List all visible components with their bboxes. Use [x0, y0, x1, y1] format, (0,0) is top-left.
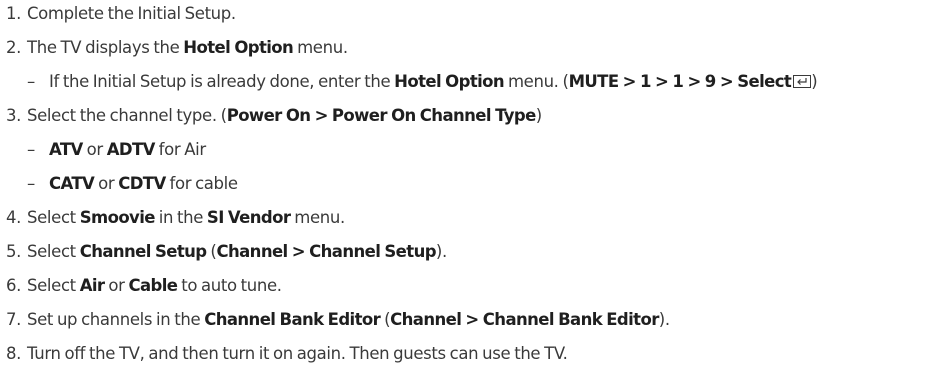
- option-cdtv: CDTV: [118, 174, 166, 193]
- step-1: 1. Complete the Initial Setup.: [6, 4, 236, 24]
- step-text: in the: [154, 208, 207, 227]
- dash-bullet: –: [27, 72, 35, 91]
- step-text: to auto tune.: [177, 276, 282, 295]
- step-7: 7. Set up channels in the Channel Bank Ed…: [6, 310, 670, 330]
- step-text: (: [206, 242, 217, 261]
- step-text: Select: [27, 208, 80, 227]
- option-adtv: ADTV: [106, 140, 156, 159]
- step-text: If the Initial Setup is already done, en…: [49, 72, 395, 91]
- step-number: 5.: [6, 242, 22, 261]
- option-air: Air: [79, 276, 105, 295]
- step-number: 4.: [6, 208, 22, 227]
- step-number: 7.: [6, 310, 22, 329]
- step-text: ).: [658, 310, 670, 329]
- step-3: 3. Select the channel type. (Power On > P…: [6, 106, 542, 126]
- enter-key-icon: [793, 75, 812, 88]
- step-text: Complete the Initial Setup.: [27, 4, 236, 23]
- step-number: 8.: [6, 344, 22, 363]
- step-6: 6. Select Air or Cable to auto tune.: [6, 276, 282, 296]
- step-4: 4. Select Smoovie in the SI Vendor menu.: [6, 208, 345, 228]
- menu-path: Power On > Power On Channel Type: [226, 106, 537, 125]
- step-text: Select: [27, 276, 80, 295]
- dash-bullet: –: [27, 140, 35, 159]
- step-3-substep-air: – ATV or ADTV for Air: [27, 140, 206, 160]
- option-atv: ATV: [49, 140, 83, 159]
- step-text: ).: [435, 242, 447, 261]
- menu-name-hotel-option: Hotel Option: [394, 72, 505, 91]
- step-text: Turn off the TV, and then turn it on aga…: [27, 344, 568, 363]
- key-sequence: MUTE > 1 > 1 > 9 > Select: [568, 72, 792, 91]
- step-number: 3.: [6, 106, 22, 125]
- step-text: Select: [27, 242, 80, 261]
- step-text: (: [380, 310, 391, 329]
- step-text: Set up channels in the: [27, 310, 205, 329]
- step-number: 2.: [6, 38, 22, 57]
- step-text: ): [811, 72, 818, 91]
- step-2: 2. The TV displays the Hotel Option menu.: [6, 38, 348, 58]
- step-number: 1.: [6, 4, 22, 23]
- step-text: menu.: [290, 208, 345, 227]
- dash-bullet: –: [27, 174, 35, 193]
- step-text: ): [535, 106, 542, 125]
- menu-name-si-vendor: SI Vendor: [206, 208, 291, 227]
- option-cable: Cable: [128, 276, 178, 295]
- menu-path: Channel > Channel Setup: [216, 242, 436, 261]
- step-8: 8. Turn off the TV, and then turn it on a…: [6, 344, 568, 364]
- option-catv: CATV: [49, 174, 95, 193]
- step-text: for cable: [165, 174, 239, 193]
- menu-path: Channel > Channel Bank Editor: [390, 310, 659, 329]
- menu-name-hotel-option: Hotel Option: [183, 38, 294, 57]
- step-text: menu. (: [504, 72, 569, 91]
- menu-name-channel-setup: Channel Setup: [79, 242, 207, 261]
- step-text: or: [82, 140, 107, 159]
- step-2-substep: – If the Initial Setup is already done, e…: [27, 72, 818, 92]
- menu-name-channel-bank-editor: Channel Bank Editor: [204, 310, 381, 329]
- step-number: 6.: [6, 276, 22, 295]
- step-text: The TV displays the: [27, 38, 184, 57]
- step-text: for Air: [154, 140, 207, 159]
- step-3-substep-cable: – CATV or CDTV for cable: [27, 174, 238, 194]
- step-text: or: [94, 174, 119, 193]
- step-text: Select the channel type. (: [27, 106, 227, 125]
- step-text: or: [104, 276, 129, 295]
- step-5: 5. Select Channel Setup (Channel > Channe…: [6, 242, 447, 262]
- option-smoovie: Smoovie: [79, 208, 156, 227]
- step-text: menu.: [293, 38, 348, 57]
